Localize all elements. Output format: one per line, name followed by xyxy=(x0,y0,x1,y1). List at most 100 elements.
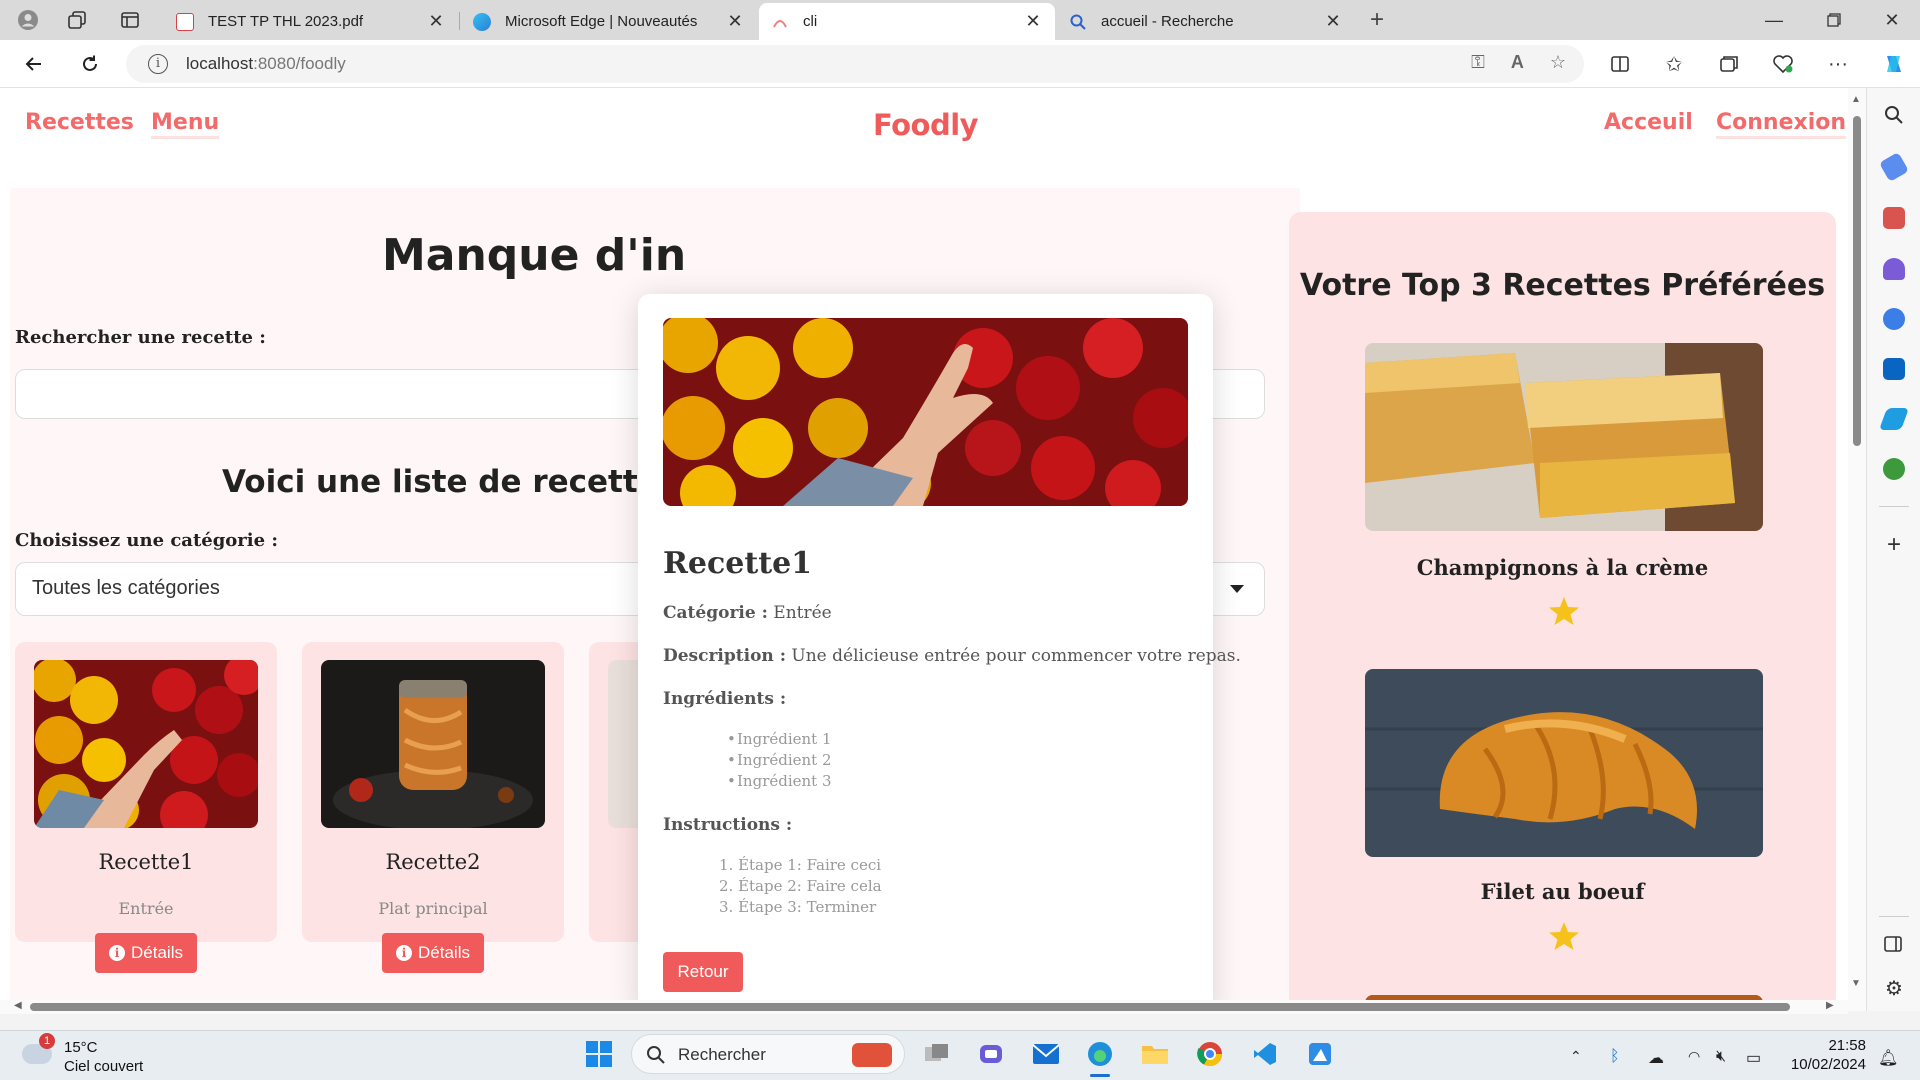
more-menu-icon[interactable]: ··· xyxy=(1822,48,1854,80)
instructions-list: 1. Étape 1: Faire ceci 2. Étape 2: Faire… xyxy=(719,855,882,918)
modal-category: Catégorie : Entrée xyxy=(663,603,832,623)
recipe-name: Recette2 xyxy=(385,850,481,874)
collections-icon[interactable] xyxy=(1713,48,1745,80)
recipe-card: Recette1 Entrée xyxy=(15,642,277,942)
chrome-icon[interactable] xyxy=(1191,1035,1229,1073)
volume-muted-icon[interactable]: 🔇︎ xyxy=(1716,1048,1726,1066)
tree-icon[interactable] xyxy=(1883,458,1905,480)
tab-pdf[interactable]: TEST TP THL 2023.pdf ✕ xyxy=(164,3,458,40)
horizontal-scrollbar[interactable]: ◀ ▶ xyxy=(0,1000,1848,1014)
copilot-icon[interactable] xyxy=(1878,48,1910,80)
fav-image-croissant xyxy=(1365,669,1763,857)
vertical-scrollbar[interactable]: ▲ ▼ xyxy=(1848,88,1866,1011)
fav-name: Champignons à la crème xyxy=(1416,555,1709,580)
tab-actions-icon[interactable] xyxy=(116,6,144,34)
taskbar-search[interactable]: Rechercher xyxy=(631,1034,905,1074)
list-item: Ingrédient 3 xyxy=(737,771,832,792)
info-icon: i xyxy=(109,945,126,961)
tab-search[interactable]: accueil - Recherche ✕ xyxy=(1057,3,1355,40)
mail-icon[interactable] xyxy=(1027,1035,1065,1073)
add-sidebar-icon[interactable]: + xyxy=(1883,533,1905,557)
bluetooth-icon[interactable]: ᛒ xyxy=(1610,1048,1620,1066)
profile-icon[interactable] xyxy=(14,6,42,34)
edge-taskbar-icon[interactable] xyxy=(1081,1035,1119,1073)
wifi-icon[interactable]: ◠ xyxy=(1688,1048,1700,1065)
m365-icon[interactable] xyxy=(1883,308,1905,330)
category-label: Choisissez une catégorie : xyxy=(15,530,278,551)
list-item: 3. Étape 3: Terminer xyxy=(719,898,877,916)
tools-icon[interactable] xyxy=(1883,207,1905,229)
new-tab-icon[interactable]: + xyxy=(1363,6,1391,34)
modal-ingredients-label: Ingrédients : xyxy=(663,689,787,709)
close-window-icon[interactable]: ✕ xyxy=(1862,0,1920,40)
browser-essentials-icon[interactable] xyxy=(1767,48,1799,80)
battery-icon[interactable]: ▭ xyxy=(1746,1048,1761,1068)
brand-logo[interactable]: Foodly xyxy=(873,108,979,142)
back-button[interactable]: Retour xyxy=(663,952,743,992)
hide-sidebar-icon[interactable] xyxy=(1883,934,1905,956)
workspaces-icon[interactable] xyxy=(63,6,91,34)
onedrive-icon[interactable]: ☁ xyxy=(1648,1048,1664,1068)
address-bar[interactable]: i localhost:8080/foodly ⚿ A ☆ xyxy=(126,45,1584,83)
task-view-icon[interactable] xyxy=(918,1035,956,1073)
recipe-details-modal: Recette1 Catégorie : Entrée Description … xyxy=(638,294,1241,1011)
sidebar-search-icon[interactable] xyxy=(1883,104,1905,126)
close-tab-icon[interactable]: ✕ xyxy=(1323,11,1343,32)
tab-cli[interactable]: cli ✕ xyxy=(759,3,1055,40)
site-info-icon[interactable]: i xyxy=(148,54,168,74)
favorite-star-icon[interactable]: ☆ xyxy=(1550,52,1566,73)
details-button[interactable]: iDétails xyxy=(382,933,484,973)
teams-icon[interactable] xyxy=(972,1035,1010,1073)
games-icon[interactable] xyxy=(1883,258,1905,280)
browser-toolbar: i localhost:8080/foodly ⚿ A ☆ ✩ ··· xyxy=(0,40,1920,88)
details-button[interactable]: iDétails xyxy=(95,933,197,973)
close-tab-icon[interactable]: ✕ xyxy=(725,11,745,32)
scroll-thumb[interactable] xyxy=(30,1003,1790,1011)
settings-gear-icon[interactable]: ⚙ xyxy=(1883,978,1905,1000)
close-tab-icon[interactable]: ✕ xyxy=(1023,11,1043,32)
read-aloud-icon[interactable]: A xyxy=(1511,52,1524,73)
fav-name: Filet au boeuf xyxy=(1480,879,1645,904)
back-icon[interactable] xyxy=(18,48,50,80)
modal-instructions-label: Instructions : xyxy=(663,815,793,835)
edge-icon xyxy=(473,12,491,31)
recipe-image-jar xyxy=(321,660,545,828)
outlook-icon[interactable] xyxy=(1883,358,1905,380)
send-icon[interactable] xyxy=(1878,408,1910,430)
close-tab-icon[interactable]: ✕ xyxy=(426,11,446,32)
nav-recettes[interactable]: Recettes xyxy=(25,110,134,135)
url-text[interactable]: localhost:8080/foodly xyxy=(186,54,346,74)
notification-badge: 1 xyxy=(39,1033,55,1049)
favorites-icon[interactable]: ✩ xyxy=(1658,48,1690,80)
windows-taskbar xyxy=(0,1030,1920,1080)
hero-title: Manque d'in xyxy=(382,230,687,281)
clock[interactable]: 21:58 10/02/2024 xyxy=(1780,1036,1866,1074)
pdf-icon xyxy=(176,12,194,31)
vscode-icon[interactable] xyxy=(1246,1035,1284,1073)
recipe-category: Plat principal xyxy=(378,899,488,918)
minimize-icon[interactable]: — xyxy=(1744,0,1804,40)
file-explorer-icon[interactable] xyxy=(1136,1035,1174,1073)
start-icon[interactable] xyxy=(580,1035,618,1073)
nav-acceuil[interactable]: Acceuil xyxy=(1604,110,1693,135)
nav-menu[interactable]: Menu xyxy=(151,110,220,139)
paint-icon[interactable] xyxy=(1301,1035,1339,1073)
shopping-tag-icon[interactable] xyxy=(1878,151,1910,183)
scroll-thumb[interactable] xyxy=(1853,116,1861,446)
refresh-icon[interactable] xyxy=(74,48,106,80)
fav-image-cake xyxy=(1365,343,1763,531)
recipe-list-title: Voici une liste de recettes p xyxy=(222,464,711,500)
browser-tab-strip: TEST TP THL 2023.pdf ✕ Microsoft Edge | … xyxy=(0,0,1920,40)
notifications-bell-icon[interactable]: 🔔︎ xyxy=(1878,1048,1898,1068)
split-screen-icon[interactable] xyxy=(1604,48,1636,80)
nav-connexion[interactable]: Connexion xyxy=(1716,110,1847,139)
key-icon[interactable]: ⚿ xyxy=(1471,52,1485,73)
recipe-category: Entrée xyxy=(118,899,174,918)
tab-edge-news[interactable]: Microsoft Edge | Nouveautés ✕ xyxy=(461,3,757,40)
modal-recipe-image xyxy=(663,318,1188,506)
star-icon xyxy=(1549,597,1579,625)
show-hidden-icons[interactable]: ⌃ xyxy=(1570,1048,1582,1065)
restore-icon[interactable] xyxy=(1804,0,1864,40)
list-item: 2. Étape 2: Faire cela xyxy=(719,877,882,895)
list-item: 1. Étape 1: Faire ceci xyxy=(719,856,882,874)
